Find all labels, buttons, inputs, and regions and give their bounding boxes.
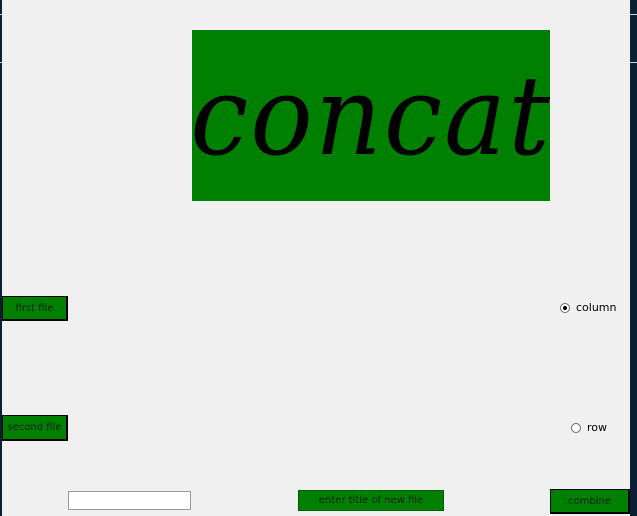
- enter-title-button[interactable]: enter title of new file: [298, 490, 444, 511]
- combine-button[interactable]: combine: [550, 489, 630, 514]
- radio-selected-dot: [563, 305, 567, 310]
- radio-column-option[interactable]: column: [560, 301, 617, 314]
- concat-banner: concat: [192, 30, 550, 201]
- right-edge: [630, 0, 637, 516]
- new-file-title-input[interactable]: [68, 491, 191, 510]
- radio-column-label: column: [576, 301, 617, 314]
- radio-row-label: row: [587, 421, 608, 434]
- radio-row[interactable]: [571, 422, 581, 433]
- radio-column[interactable]: [560, 302, 570, 313]
- radio-row-option[interactable]: row: [571, 421, 607, 434]
- first-file-button[interactable]: first file: [2, 296, 68, 321]
- second-file-button[interactable]: second file: [2, 415, 68, 441]
- banner-title: concat: [192, 51, 550, 180]
